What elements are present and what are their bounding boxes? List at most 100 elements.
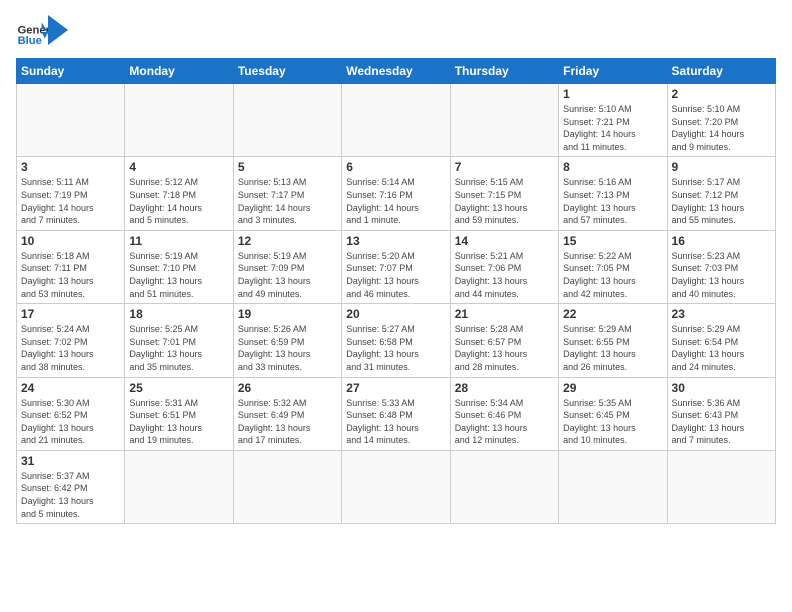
day-number: 6 (346, 160, 445, 174)
day-number: 5 (238, 160, 337, 174)
weekday-header-wednesday: Wednesday (342, 59, 450, 84)
calendar-cell: 4Sunrise: 5:12 AM Sunset: 7:18 PM Daylig… (125, 157, 233, 230)
day-info: Sunrise: 5:25 AM Sunset: 7:01 PM Dayligh… (129, 323, 228, 373)
weekday-header-monday: Monday (125, 59, 233, 84)
day-number: 18 (129, 307, 228, 321)
calendar-cell: 27 Sunrise: 5:33 AM Sunset: 6:48 PM Dayli… (342, 377, 450, 450)
svg-text:Blue: Blue (18, 35, 42, 47)
weekday-header-sunday: Sunday (17, 59, 125, 84)
day-info: Sunrise: 5:26 AM Sunset: 6:59 PM Dayligh… (238, 323, 337, 373)
day-number: 23 (672, 307, 771, 321)
calendar-cell: 30Sunrise: 5:36 AM Sunset: 6:43 PM Dayli… (667, 377, 775, 450)
calendar-cell: 23 Sunrise: 5:29 AM Sunset: 6:54 PM Dayli… (667, 304, 775, 377)
day-info: Sunrise: 5:23 AM Sunset: 7:03 PM Dayligh… (672, 250, 771, 300)
calendar-cell (233, 450, 341, 523)
logo-arrow-icon (48, 15, 68, 45)
day-info: Sunrise: 5:15 AM Sunset: 7:15 PM Dayligh… (455, 176, 554, 226)
calendar-cell: 2Sunrise: 5:10 AM Sunset: 7:20 PM Daylig… (667, 84, 775, 157)
weekday-header-tuesday: Tuesday (233, 59, 341, 84)
weekday-header-friday: Friday (559, 59, 667, 84)
day-number: 17 (21, 307, 120, 321)
day-info: Sunrise: 5:10 AM Sunset: 7:21 PM Dayligh… (563, 103, 662, 153)
calendar-cell: 15Sunrise: 5:22 AM Sunset: 7:05 PM Dayli… (559, 230, 667, 303)
day-info: Sunrise: 5:18 AM Sunset: 7:11 PM Dayligh… (21, 250, 120, 300)
day-number: 24 (21, 381, 120, 395)
day-number: 11 (129, 234, 228, 248)
calendar-cell: 26 Sunrise: 5:32 AM Sunset: 6:49 PM Dayli… (233, 377, 341, 450)
weekday-header-saturday: Saturday (667, 59, 775, 84)
calendar-cell (342, 450, 450, 523)
logo: General Blue (16, 16, 68, 48)
calendar-cell (17, 84, 125, 157)
calendar-cell: 14 Sunrise: 5:21 AM Sunset: 7:06 PM Dayli… (450, 230, 558, 303)
header: General Blue (16, 16, 776, 48)
logo-icon: General Blue (16, 16, 48, 48)
calendar-cell: 3 Sunrise: 5:11 AM Sunset: 7:19 PM Daylig… (17, 157, 125, 230)
day-number: 25 (129, 381, 228, 395)
day-info: Sunrise: 5:32 AM Sunset: 6:49 PM Dayligh… (238, 397, 337, 447)
day-info: Sunrise: 5:33 AM Sunset: 6:48 PM Dayligh… (346, 397, 445, 447)
weekday-header-thursday: Thursday (450, 59, 558, 84)
calendar-cell: 20Sunrise: 5:27 AM Sunset: 6:58 PM Dayli… (342, 304, 450, 377)
day-info: Sunrise: 5:17 AM Sunset: 7:12 PM Dayligh… (672, 176, 771, 226)
day-info: Sunrise: 5:34 AM Sunset: 6:46 PM Dayligh… (455, 397, 554, 447)
calendar-cell: 18 Sunrise: 5:25 AM Sunset: 7:01 PM Dayli… (125, 304, 233, 377)
calendar-cell: 1 Sunrise: 5:10 AM Sunset: 7:21 PM Daylig… (559, 84, 667, 157)
day-info: Sunrise: 5:14 AM Sunset: 7:16 PM Dayligh… (346, 176, 445, 226)
day-info: Sunrise: 5:22 AM Sunset: 7:05 PM Dayligh… (563, 250, 662, 300)
calendar-cell: 8 Sunrise: 5:16 AM Sunset: 7:13 PM Daylig… (559, 157, 667, 230)
day-number: 31 (21, 454, 120, 468)
calendar-cell (342, 84, 450, 157)
day-number: 19 (238, 307, 337, 321)
day-info: Sunrise: 5:35 AM Sunset: 6:45 PM Dayligh… (563, 397, 662, 447)
calendar-cell: 24Sunrise: 5:30 AM Sunset: 6:52 PM Dayli… (17, 377, 125, 450)
day-number: 4 (129, 160, 228, 174)
day-info: Sunrise: 5:11 AM Sunset: 7:19 PM Dayligh… (21, 176, 120, 226)
day-info: Sunrise: 5:16 AM Sunset: 7:13 PM Dayligh… (563, 176, 662, 226)
calendar-cell: 10Sunrise: 5:18 AM Sunset: 7:11 PM Dayli… (17, 230, 125, 303)
day-info: Sunrise: 5:19 AM Sunset: 7:09 PM Dayligh… (238, 250, 337, 300)
day-info: Sunrise: 5:37 AM Sunset: 6:42 PM Dayligh… (21, 470, 120, 520)
day-number: 16 (672, 234, 771, 248)
day-number: 27 (346, 381, 445, 395)
day-info: Sunrise: 5:13 AM Sunset: 7:17 PM Dayligh… (238, 176, 337, 226)
day-info: Sunrise: 5:31 AM Sunset: 6:51 PM Dayligh… (129, 397, 228, 447)
calendar-cell: 21Sunrise: 5:28 AM Sunset: 6:57 PM Dayli… (450, 304, 558, 377)
day-number: 14 (455, 234, 554, 248)
day-number: 22 (563, 307, 662, 321)
day-info: Sunrise: 5:20 AM Sunset: 7:07 PM Dayligh… (346, 250, 445, 300)
calendar-cell (125, 84, 233, 157)
calendar-cell: 16 Sunrise: 5:23 AM Sunset: 7:03 PM Dayli… (667, 230, 775, 303)
day-number: 9 (672, 160, 771, 174)
calendar-cell: 25 Sunrise: 5:31 AM Sunset: 6:51 PM Dayli… (125, 377, 233, 450)
calendar-cell: 22 Sunrise: 5:29 AM Sunset: 6:55 PM Dayli… (559, 304, 667, 377)
day-number: 29 (563, 381, 662, 395)
day-number: 1 (563, 87, 662, 101)
day-info: Sunrise: 5:10 AM Sunset: 7:20 PM Dayligh… (672, 103, 771, 153)
day-info: Sunrise: 5:29 AM Sunset: 6:55 PM Dayligh… (563, 323, 662, 373)
day-info: Sunrise: 5:36 AM Sunset: 6:43 PM Dayligh… (672, 397, 771, 447)
calendar-cell: 7 Sunrise: 5:15 AM Sunset: 7:15 PM Daylig… (450, 157, 558, 230)
day-info: Sunrise: 5:19 AM Sunset: 7:10 PM Dayligh… (129, 250, 228, 300)
calendar-cell (125, 450, 233, 523)
day-number: 7 (455, 160, 554, 174)
calendar-cell: 17Sunrise: 5:24 AM Sunset: 7:02 PM Dayli… (17, 304, 125, 377)
calendar-cell (559, 450, 667, 523)
calendar-table: SundayMondayTuesdayWednesdayThursdayFrid… (16, 58, 776, 524)
day-number: 8 (563, 160, 662, 174)
calendar-cell (450, 450, 558, 523)
calendar-cell (233, 84, 341, 157)
day-number: 21 (455, 307, 554, 321)
calendar-cell (450, 84, 558, 157)
day-info: Sunrise: 5:29 AM Sunset: 6:54 PM Dayligh… (672, 323, 771, 373)
calendar-cell: 12Sunrise: 5:19 AM Sunset: 7:09 PM Dayli… (233, 230, 341, 303)
calendar-cell: 11 Sunrise: 5:19 AM Sunset: 7:10 PM Dayli… (125, 230, 233, 303)
calendar-header: SundayMondayTuesdayWednesdayThursdayFrid… (17, 59, 776, 84)
calendar-cell: 29 Sunrise: 5:35 AM Sunset: 6:45 PM Dayli… (559, 377, 667, 450)
day-number: 28 (455, 381, 554, 395)
day-number: 26 (238, 381, 337, 395)
calendar-cell (667, 450, 775, 523)
day-number: 20 (346, 307, 445, 321)
day-info: Sunrise: 5:21 AM Sunset: 7:06 PM Dayligh… (455, 250, 554, 300)
day-number: 3 (21, 160, 120, 174)
